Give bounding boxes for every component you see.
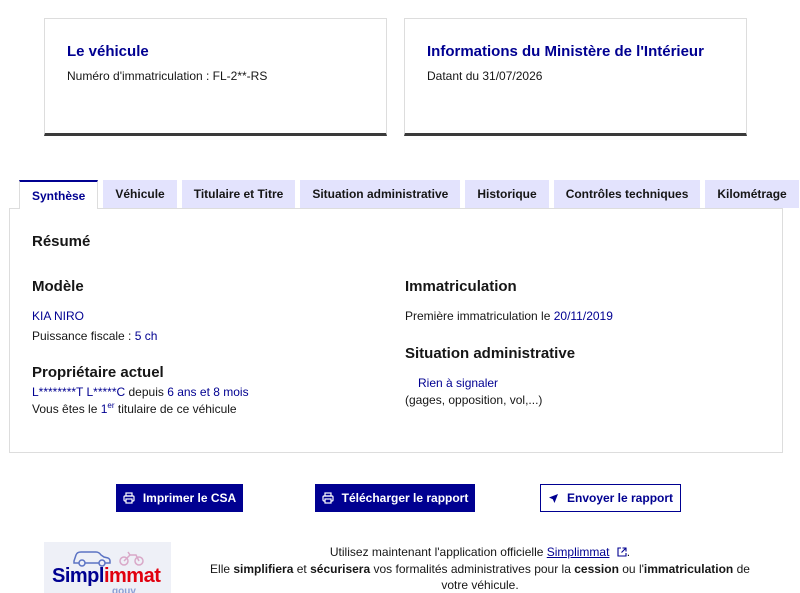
- simplimmat-link[interactable]: Simplimmat: [547, 545, 610, 559]
- simplimmat-logo: Simplimmat gouv: [44, 542, 171, 593]
- plate-number: Numéro d'immatriculation : FL-2**-RS: [67, 69, 268, 83]
- promo-line-1: Utilisez maintenant l'application offici…: [200, 544, 760, 561]
- admin-situation-title: Situation administrative: [405, 345, 576, 362]
- holder-suffix: titulaire de ce véhicule: [114, 402, 237, 416]
- holder-rank-line: Vous êtes le 1er titulaire de ce véhicul…: [32, 401, 237, 416]
- holder-prefix: Vous êtes le: [32, 402, 101, 416]
- promo-emphasis: simplifiera: [233, 561, 294, 576]
- promo-line1-suffix: .: [626, 545, 631, 559]
- tab-kilometrage[interactable]: Kilométrage: [705, 180, 799, 208]
- promo-text: et: [293, 561, 311, 576]
- tab-titulaire-titre[interactable]: Titulaire et Titre: [181, 180, 296, 208]
- logo-text-a: Simpl: [52, 565, 104, 587]
- promo-text: Elle: [210, 561, 234, 576]
- owner-since-label: depuis: [125, 385, 168, 399]
- first-registration-date: 20/11/2019: [553, 309, 613, 323]
- vehicle-card: Le véhicule Numéro d'immatriculation : F…: [44, 18, 387, 136]
- tab-list: Synthèse Véhicule Titulaire et Titre Sit…: [19, 180, 800, 209]
- download-report-button[interactable]: Télécharger le rapport: [315, 484, 475, 512]
- promo-text: vos formalités administratives pour la: [370, 561, 575, 576]
- send-arrow-icon: [548, 493, 558, 503]
- promo-text: de: [733, 561, 750, 576]
- tab-situation-administrative[interactable]: Situation administrative: [300, 180, 461, 208]
- first-registration: Première immatriculation le 20/11/2019: [405, 309, 613, 323]
- registration-title: Immatriculation: [405, 278, 517, 295]
- vehicle-card-title: Le véhicule: [67, 43, 149, 60]
- print-csa-button[interactable]: Imprimer le CSA: [116, 484, 243, 512]
- owner-since-value: 6 ans et 8 mois: [167, 385, 249, 399]
- model-title: Modèle: [32, 278, 84, 295]
- model-name: KIA NIRO: [32, 309, 85, 323]
- logo-text-b: immat: [103, 565, 161, 587]
- promo-emphasis: cession: [574, 561, 619, 576]
- logo-sub: gouv: [112, 586, 136, 593]
- admin-status: Rien à signaler: [418, 376, 499, 390]
- promo-line-3: votre véhicule.: [441, 578, 519, 592]
- print-csa-label: Imprimer le CSA: [142, 491, 237, 505]
- promo-emphasis: immatriculation: [643, 561, 734, 576]
- external-link-icon: [617, 547, 627, 557]
- ministry-card-title: Informations du Ministère de l'Intérieur: [427, 43, 704, 60]
- tab-historique[interactable]: Historique: [465, 180, 549, 208]
- ministry-date: Datant du 31/07/2026: [427, 69, 543, 83]
- ministry-card: Informations du Ministère de l'Intérieur…: [404, 18, 747, 136]
- fiscal-power-label: Puissance fiscale :: [32, 329, 135, 343]
- admin-details: (gages, opposition, vol,...): [405, 393, 543, 407]
- holder-rank-sup: er: [107, 401, 115, 410]
- owner-title: Propriétaire actuel: [32, 364, 164, 381]
- printer-icon: [322, 492, 334, 504]
- promo-text: ou l': [618, 561, 644, 576]
- owner-line: L********T L*****C depuis 6 ans et 8 moi…: [32, 385, 249, 399]
- send-report-button[interactable]: Envoyer le rapport: [540, 484, 681, 512]
- promo-emphasis: sécurisera: [310, 561, 371, 576]
- owner-name: L********T L*****C: [32, 385, 126, 399]
- download-report-label: Télécharger le rapport: [341, 491, 469, 505]
- printer-icon: [123, 492, 135, 504]
- fiscal-power: Puissance fiscale : 5 ch: [32, 329, 157, 343]
- first-registration-label: Première immatriculation le: [405, 309, 554, 323]
- summary-title: Résumé: [32, 233, 91, 250]
- send-report-label: Envoyer le rapport: [566, 491, 674, 505]
- fiscal-power-value: 5 ch: [134, 329, 158, 343]
- logo-wordmark: Simplimmat: [52, 565, 161, 588]
- synthese-panel: Résumé Modèle KIA NIRO Puissance fiscale…: [9, 208, 783, 453]
- tab-synthese[interactable]: Synthèse: [19, 180, 99, 209]
- promo-line-2: Elle simplifiera et sécurisera vos forma…: [200, 561, 760, 578]
- promo-line1-prefix: Utilisez maintenant l'application offici…: [329, 545, 547, 559]
- tab-vehicule[interactable]: Véhicule: [103, 180, 177, 208]
- tab-controles-techniques[interactable]: Contrôles techniques: [553, 180, 701, 208]
- simplimmat-promo: Utilisez maintenant l'application offici…: [200, 544, 760, 593]
